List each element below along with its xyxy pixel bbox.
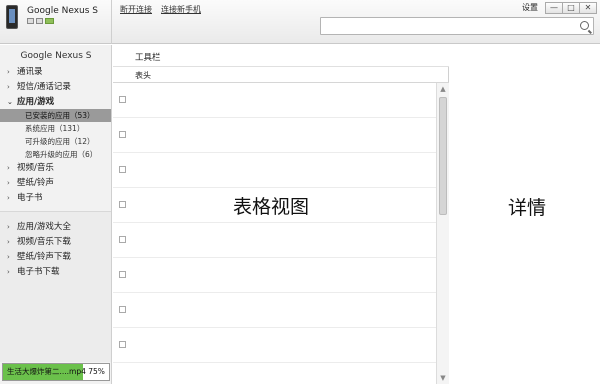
top-bar: Google Nexus S 断开连接 连接新手机 设置 — □ ✕ (0, 0, 600, 44)
table-row[interactable] (113, 328, 436, 363)
chevron-right-icon: › (7, 83, 10, 91)
table-row[interactable] (113, 293, 436, 328)
chevron-right-icon: › (7, 194, 10, 202)
chevron-right-icon: › (7, 164, 10, 172)
row-checkbox[interactable] (119, 306, 126, 313)
table-view: 表头 表格视图 ▲ ▼ (113, 66, 449, 384)
sidebar-item-label: 应用/游戏 (17, 97, 55, 107)
sidebar-item-label: 电子书下载 (17, 267, 60, 277)
connect-new-phone-link[interactable]: 连接新手机 (161, 4, 201, 15)
restore-button[interactable]: □ (562, 1, 580, 14)
row-checkbox[interactable] (119, 96, 126, 103)
battery-icon (45, 18, 54, 24)
chevron-right-icon: › (7, 238, 10, 246)
chevron-right-icon: › (7, 68, 10, 76)
scrollbar-thumb[interactable] (439, 97, 447, 215)
row-checkbox[interactable] (119, 201, 126, 208)
sidebar-item-label: 壁纸/铃声下载 (17, 252, 71, 262)
row-checkbox[interactable] (119, 271, 126, 278)
sidebar-item-wallpaper[interactable]: › 壁纸/铃声 (0, 176, 111, 190)
sidebar-item-ebook-download[interactable]: › 电子书下载 (0, 265, 111, 279)
row-checkbox[interactable] (119, 131, 126, 138)
download-progress-text: 生活大爆炸第二....mp4 75% (7, 367, 105, 376)
device-name: Google Nexus S (27, 6, 99, 16)
sidebar: Google Nexus S › 通讯录 › 短信/通话记录 ⌄ 应用/游戏 已安装的… (0, 45, 112, 384)
scroll-up-icon[interactable]: ▲ (439, 85, 447, 93)
phone-icon (6, 5, 18, 29)
sidebar-header: Google Nexus S (20, 51, 92, 61)
chevron-right-icon: › (7, 253, 10, 261)
device-status-icons (27, 18, 54, 24)
sidebar-item-app-store[interactable]: › 应用/游戏大全 (0, 220, 111, 234)
device-info[interactable]: Google Nexus S (0, 0, 112, 44)
photo-icon (36, 18, 43, 24)
sidebar-item-ebooks[interactable]: › 电子书 (0, 191, 111, 205)
table-row[interactable] (113, 223, 436, 258)
scroll-down-icon[interactable]: ▼ (439, 374, 447, 382)
sidebar-item-label: 应用/游戏大全 (17, 222, 71, 232)
sidebar-item-label: 通讯录 (17, 67, 43, 77)
settings-button[interactable]: 设置 (516, 1, 544, 14)
chevron-right-icon: › (7, 179, 10, 187)
sidebar-item-label: 视频/音乐下载 (17, 237, 71, 247)
search-box (320, 17, 594, 35)
chevron-right-icon: › (7, 268, 10, 276)
sidebar-item-label: 短信/通话记录 (17, 82, 71, 92)
chevron-down-icon: ⌄ (7, 98, 13, 106)
table-row[interactable] (113, 118, 436, 153)
row-checkbox[interactable] (119, 341, 126, 348)
sidebar-subitem-ignored[interactable]: 忽略升级的应用（6） (0, 148, 111, 161)
row-checkbox[interactable] (119, 166, 126, 173)
sidebar-item-label: 电子书 (17, 193, 43, 203)
window-controls: 设置 — □ ✕ (516, 1, 597, 14)
sidebar-item-sms[interactable]: › 短信/通话记录 (0, 80, 111, 94)
table-view-label: 表格视图 (233, 196, 310, 218)
sidebar-item-apps[interactable]: ⌄ 应用/游戏 (0, 95, 111, 109)
table-header: 表头 (113, 66, 449, 83)
table-scrollbar[interactable]: ▲ ▼ (436, 83, 449, 384)
sidebar-item-media-download[interactable]: › 视频/音乐下载 (0, 235, 111, 249)
disconnect-link[interactable]: 断开连接 (120, 4, 152, 15)
chevron-right-icon: › (7, 223, 10, 231)
sidebar-subitem-upgradable[interactable]: 可升级的应用（12） (0, 135, 111, 148)
search-icon[interactable] (580, 21, 589, 30)
download-progress[interactable]: 生活大爆炸第二....mp4 75% (2, 363, 110, 381)
sidebar-item-label: 视频/音乐 (17, 163, 54, 173)
sidebar-item-contacts[interactable]: › 通讯录 (0, 65, 111, 79)
close-button[interactable]: ✕ (579, 1, 597, 14)
sidebar-item-label: 壁纸/铃声 (17, 178, 54, 188)
minimize-button[interactable]: — (545, 1, 563, 14)
search-input[interactable] (321, 18, 571, 34)
table-row[interactable] (113, 258, 436, 293)
sidebar-subitem-installed[interactable]: 已安装的应用（53） (0, 109, 111, 122)
sidebar-item-wallpaper-download[interactable]: › 壁纸/铃声下载 (0, 250, 111, 264)
sd-card-icon (27, 18, 34, 24)
detail-panel-label: 详情 (508, 197, 547, 219)
sidebar-subitem-system[interactable]: 系统应用（131） (0, 122, 111, 135)
table-row[interactable] (113, 153, 436, 188)
table-row[interactable] (113, 83, 436, 118)
top-links: 断开连接 连接新手机 (120, 4, 201, 15)
toolbar: 工具栏 (135, 53, 161, 63)
row-checkbox[interactable] (119, 236, 126, 243)
table-header-label[interactable]: 表头 (135, 70, 151, 81)
sidebar-item-media[interactable]: › 视频/音乐 (0, 161, 111, 175)
